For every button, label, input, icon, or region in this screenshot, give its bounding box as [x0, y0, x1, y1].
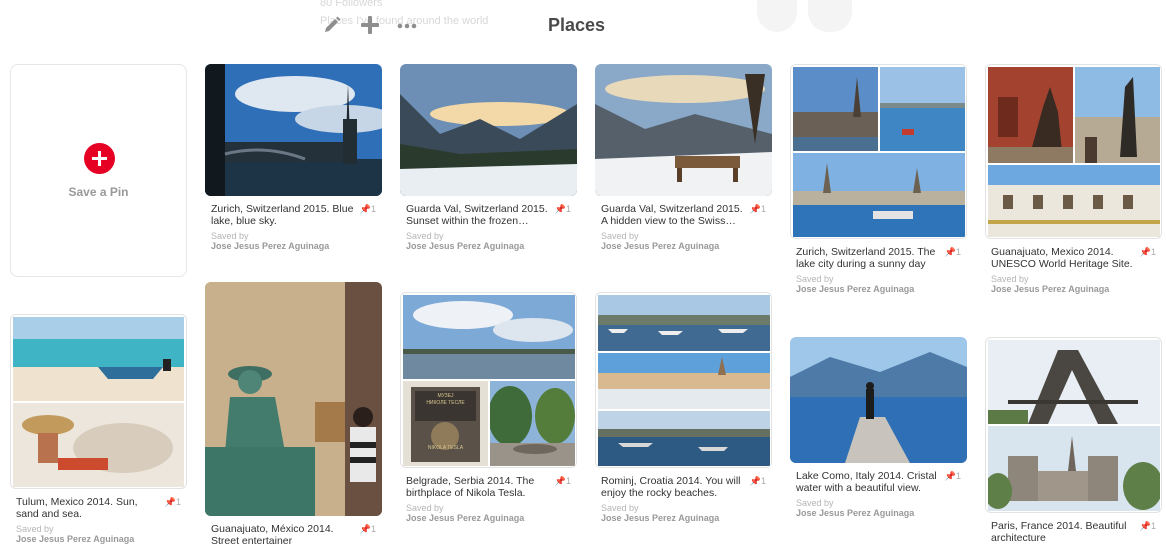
pin-card[interactable]: Guanajuato, México 2014. Street entertai…: [205, 282, 382, 547]
saved-by-label: Saved by: [601, 231, 639, 241]
plus-icon: [361, 16, 379, 34]
saver-name[interactable]: Jose Jesus Perez Aguinaga: [790, 508, 967, 519]
saver-name[interactable]: Jose Jesus Perez Aguinaga: [400, 513, 577, 524]
pin-image[interactable]: [595, 292, 772, 468]
repin-count: 📌1: [554, 476, 571, 486]
saved-by-label: Saved by: [16, 524, 54, 534]
saved-by-label: Saved by: [796, 498, 834, 508]
plus-icon: [92, 151, 107, 166]
repin-count: 📌1: [749, 476, 766, 486]
saver-name[interactable]: Jose Jesus Perez Aguinaga: [205, 241, 382, 252]
pin-card[interactable]: Lake Como, Italy 2014. Cristal water wit…: [790, 337, 967, 519]
saved-by-label: Saved by: [406, 503, 444, 513]
pin-image[interactable]: [985, 337, 1162, 513]
board-title: Places: [548, 15, 606, 35]
pin-description: Zurich, Switzerland 2015. Blue lake, blu…: [211, 203, 376, 227]
saved-by-label: Saved by: [406, 231, 444, 241]
pin-description: Belgrade, Serbia 2014. The birthplace of…: [406, 475, 571, 499]
repin-count: 📌1: [944, 471, 961, 481]
saver-name[interactable]: Jose Jesus Perez Aguinaga: [595, 513, 772, 524]
pin-description: Paris, France 2014. Beautiful architectu…: [991, 520, 1156, 544]
repin-count: 📌1: [359, 204, 376, 214]
pin-card[interactable]: Tulum, Mexico 2014. Sun, sand and sea. 📌1…: [10, 314, 187, 545]
pin-card[interactable]: Guarda Val, Switzerland 2015. A hidden v…: [595, 64, 772, 252]
pin-description: Tulum, Mexico 2014. Sun, sand and sea. 📌1: [16, 496, 181, 520]
repin-count: 📌1: [554, 204, 571, 214]
add-pin-button[interactable]: [357, 12, 383, 38]
saved-by-label: Saved by: [601, 503, 639, 513]
saved-by-label: Saved by: [796, 274, 834, 284]
saved-by-label: Saved by: [991, 274, 1029, 284]
save-pin-button[interactable]: [84, 143, 115, 174]
pin-description: Guarda Val, Switzerland 2015. A hidden v…: [601, 203, 766, 227]
repin-count: 📌1: [1139, 521, 1156, 531]
saver-name[interactable]: Jose Jesus Perez Aguinaga: [10, 534, 187, 545]
saver-name[interactable]: Jose Jesus Perez Aguinaga: [985, 284, 1162, 295]
save-pin-label: Save a Pin: [68, 185, 129, 199]
board-header: Places: [0, 0, 1166, 50]
pin-image[interactable]: [205, 64, 382, 196]
pin-description: Guanajuato, Mexico 2014. UNESCO World He…: [991, 246, 1156, 270]
pin-card[interactable]: Zurich, Switzerland 2015. Blue lake, blu…: [205, 64, 382, 252]
saver-name[interactable]: Jose Jesus Perez Aguinaga: [595, 241, 772, 252]
pin-description: Zurich, Switzerland 2015. The lake city …: [796, 246, 961, 270]
repin-count: 📌1: [749, 204, 766, 214]
repin-count: 📌1: [164, 497, 181, 507]
pin-image[interactable]: [595, 64, 772, 196]
pin-image[interactable]: [205, 282, 382, 516]
pin-card[interactable]: Rominj, Croatia 2014. You will enjoy the…: [595, 292, 772, 524]
ellipsis-icon: [397, 23, 417, 29]
repin-count: 📌1: [944, 247, 961, 257]
pin-description: Guanajuato, México 2014. Street entertai…: [211, 523, 376, 547]
pin-description: Guarda Val, Switzerland 2015. Sunset wit…: [406, 203, 571, 227]
saver-name[interactable]: Jose Jesus Perez Aguinaga: [790, 284, 967, 295]
pin-image[interactable]: [985, 64, 1162, 239]
pin-description: Rominj, Croatia 2014. You will enjoy the…: [601, 475, 766, 499]
pin-card[interactable]: Paris, France 2014. Beautiful architectu…: [985, 337, 1162, 544]
pin-image[interactable]: [400, 64, 577, 196]
repin-count: 📌1: [359, 524, 376, 534]
pin-card[interactable]: Guarda Val, Switzerland 2015. Sunset wit…: [400, 64, 577, 252]
more-options-button[interactable]: [394, 12, 420, 38]
pencil-icon: [325, 16, 341, 32]
pin-card[interactable]: Zurich, Switzerland 2015. The lake city …: [790, 64, 967, 295]
plaque-text: МУЗЕЈ НИКОЛЕ ТЕСЛЕ NIKOLA TESLA: [426, 393, 465, 451]
pin-card[interactable]: Guanajuato, Mexico 2014. UNESCO World He…: [985, 64, 1162, 295]
pin-card[interactable]: МУЗЕЈ НИКОЛЕ ТЕСЛЕ NIKOLA TESLA Belgrade…: [400, 292, 577, 524]
repin-count: 📌1: [1139, 247, 1156, 257]
save-a-pin-card[interactable]: Save a Pin: [10, 64, 187, 277]
saved-by-label: Saved by: [211, 231, 249, 241]
pin-description: Lake Como, Italy 2014. Cristal water wit…: [796, 470, 961, 494]
pin-image[interactable]: МУЗЕЈ НИКОЛЕ ТЕСЛЕ NIKOLA TESLA: [400, 292, 577, 468]
edit-board-button[interactable]: [319, 12, 345, 38]
saver-name[interactable]: Jose Jesus Perez Aguinaga: [400, 241, 577, 252]
pin-image[interactable]: [790, 64, 967, 239]
pin-image[interactable]: [790, 337, 967, 463]
pin-image[interactable]: [10, 314, 187, 489]
